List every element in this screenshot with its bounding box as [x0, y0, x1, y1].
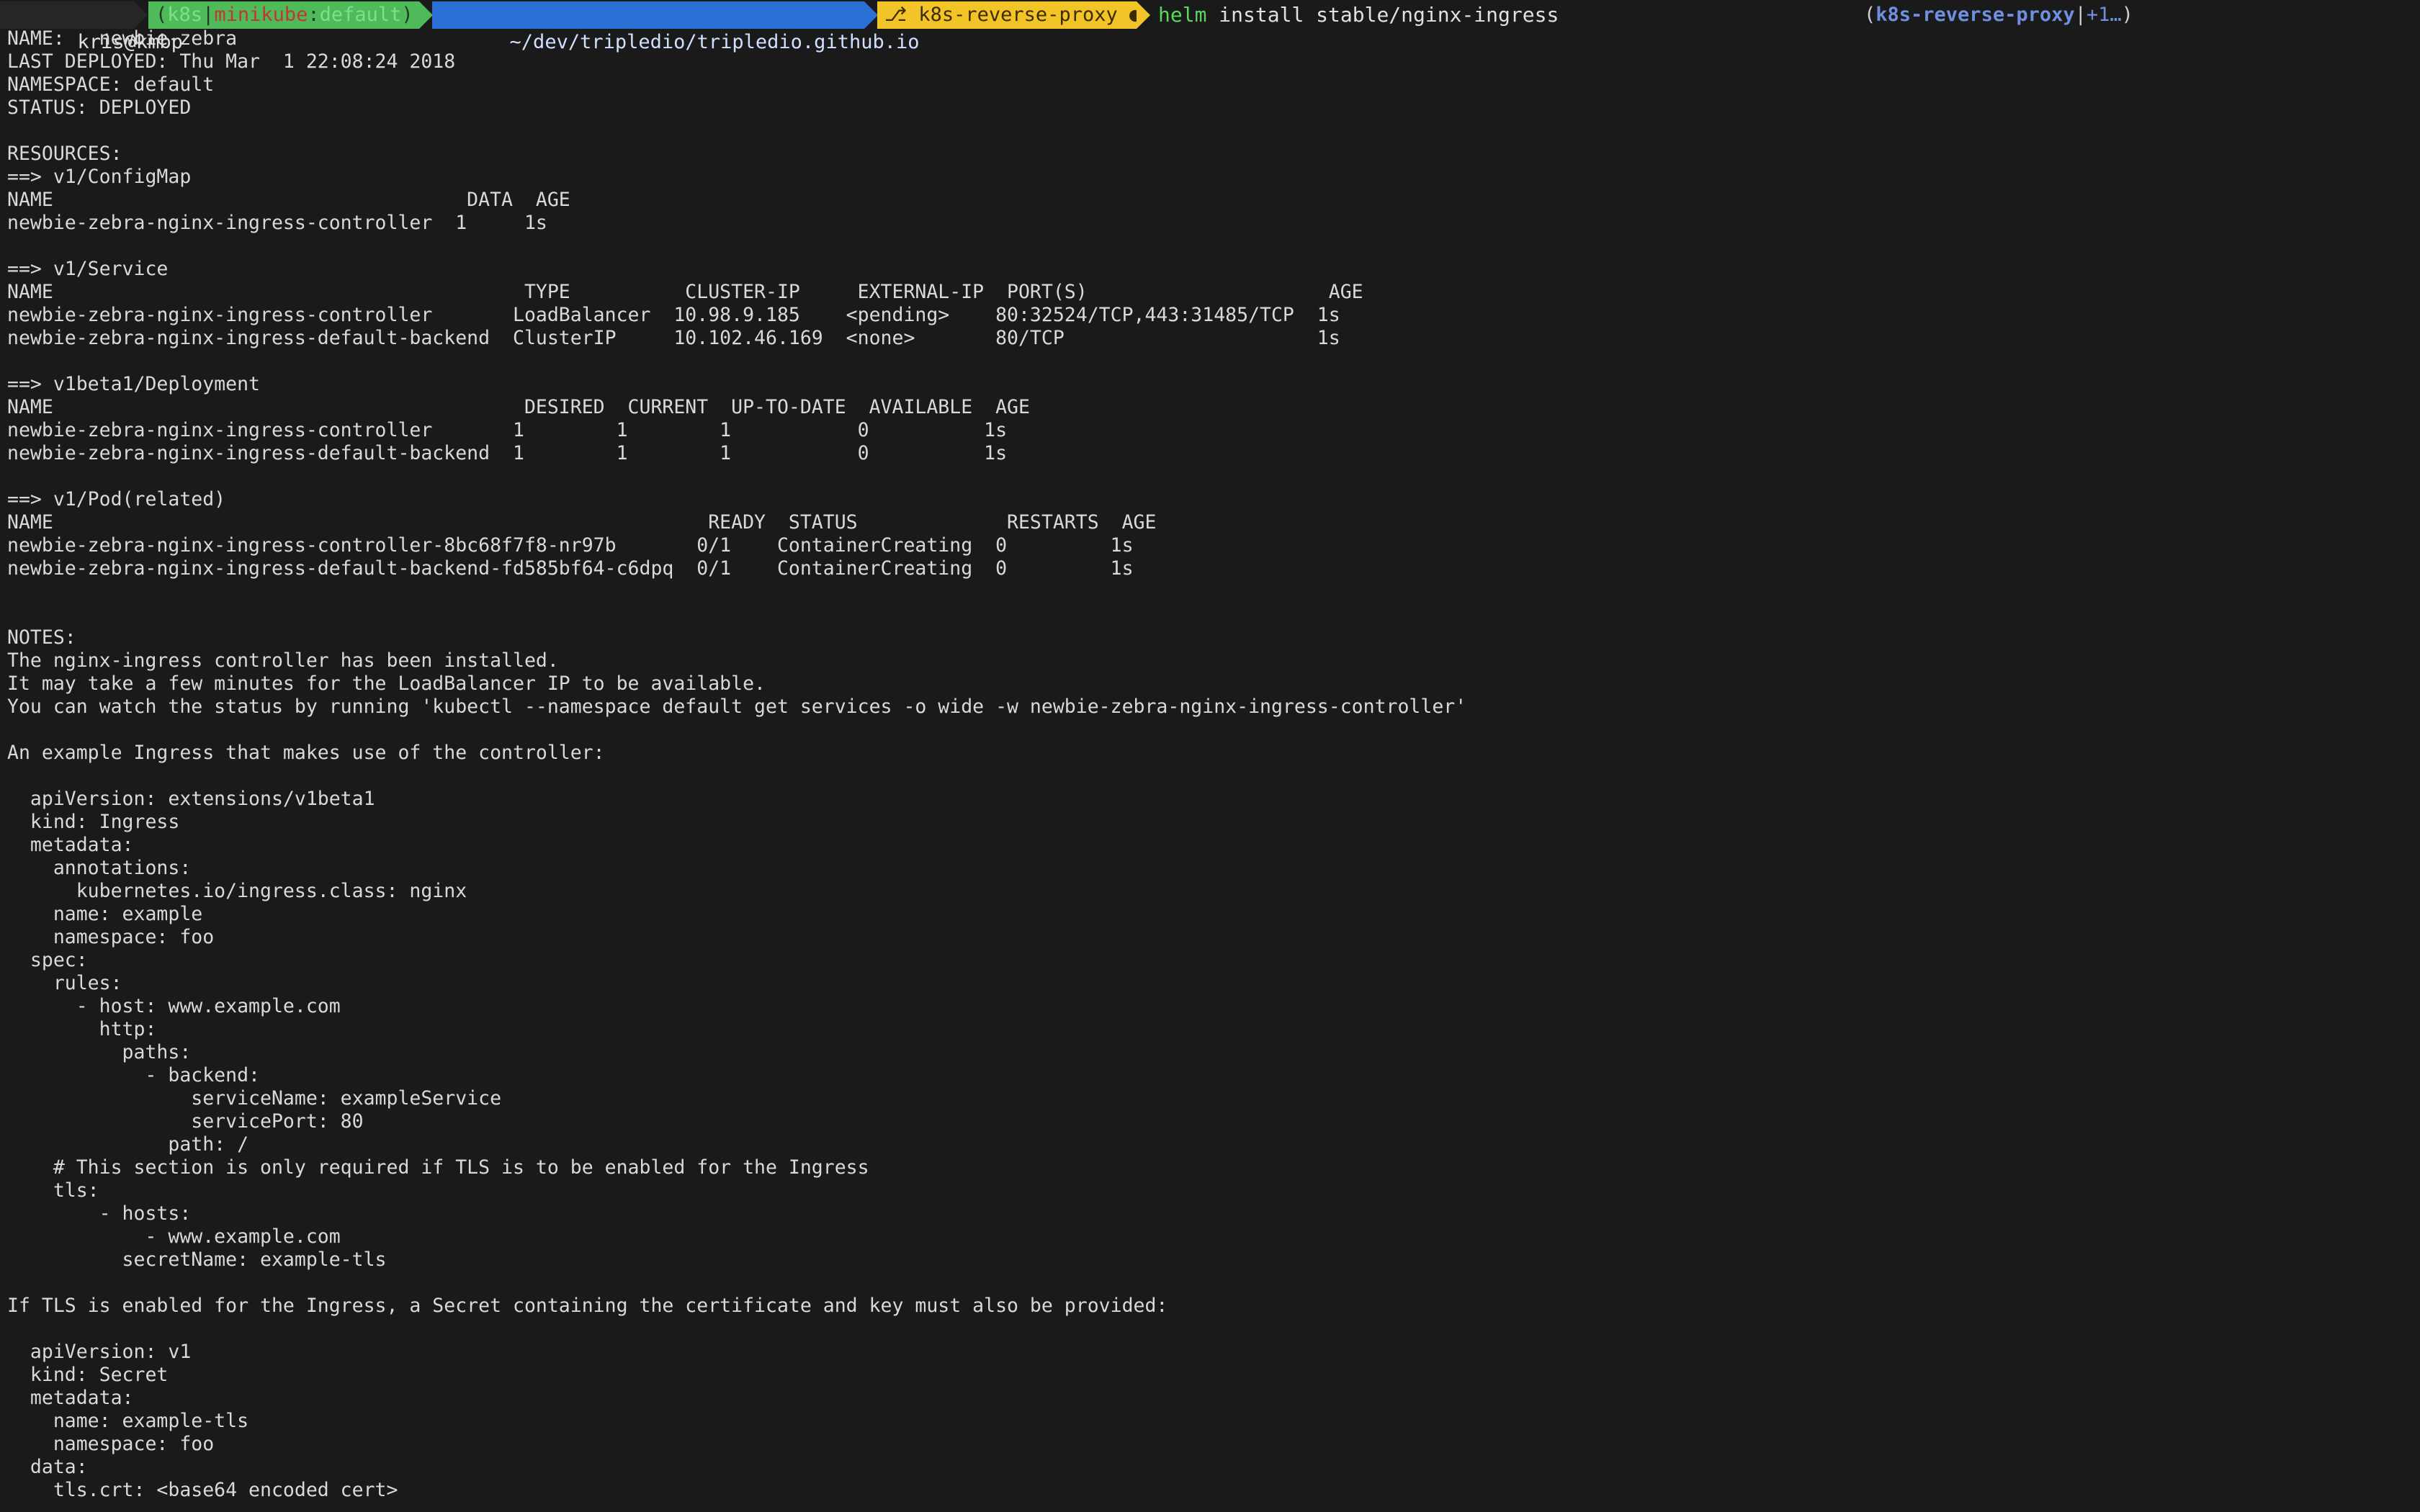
output-line: STATUS: DEPLOYED — [7, 96, 192, 119]
output-line: newbie-zebra-nginx-ingress-controller-8b… — [7, 534, 1134, 557]
output-line: NAME READY STATUS RESTARTS AGE — [7, 511, 1157, 534]
command-args: install stable/nginx-ingress — [1206, 3, 1559, 27]
output-line: servicePort: 80 — [7, 1110, 364, 1133]
output-line: tls.crt: <base64 encoded cert> — [7, 1479, 398, 1501]
k8s-namespace: default — [319, 4, 402, 26]
output-line: - www.example.com — [7, 1225, 341, 1248]
k8s-cluster: minikube — [214, 4, 308, 26]
right-prompt: (k8s-reverse-proxy|+1…) — [1864, 4, 2133, 26]
output-line: NAMESPACE: default — [7, 73, 215, 96]
prompt-git: ⎇ k8s-reverse-proxy ● — [877, 1, 1150, 29]
output-line: You can watch the status by running 'kub… — [7, 696, 1467, 718]
output-line: kubernetes.io/ingress.class: nginx — [7, 880, 467, 902]
output-line: namespace: foo — [7, 1433, 215, 1455]
output-line: newbie-zebra-nginx-ingress-default-backe… — [7, 557, 1134, 580]
output-line: The nginx-ingress controller has been in… — [7, 649, 559, 672]
output-line: newbie-zebra-nginx-ingress-controller Lo… — [7, 304, 1340, 326]
prompt-user-host: kris@kmbp — [0, 1, 183, 53]
right-prompt-branch: k8s-reverse-proxy — [1876, 4, 2075, 26]
output-line: annotations: — [7, 857, 192, 879]
prompt-path: ~/dev/tripledio/tripledio.github.io — [432, 1, 920, 53]
output-line: newbie-zebra-nginx-ingress-controller 1 … — [7, 212, 547, 234]
output-line: http: — [7, 1018, 157, 1040]
output-line: metadata: — [7, 1387, 134, 1409]
output-line: ==> v1/Pod(related) — [7, 488, 226, 510]
output-line: - hosts: — [7, 1202, 192, 1225]
output-line: secretName: example-tls — [7, 1248, 387, 1271]
output-line: NAME TYPE CLUSTER-IP EXTERNAL-IP PORT(S)… — [7, 281, 1363, 303]
terminal-output: NAME: newbie-zebra LAST DEPLOYED: Thu Mar… — [7, 27, 2398, 1502]
prompt-k8s-context: (k8s|minikube:default) — [148, 1, 433, 29]
output-line: rules: — [7, 972, 122, 994]
git-branch-icon: ⎇ — [884, 4, 919, 26]
prompt-bar: kris@kmbp (k8s|minikube:default) ~/dev/t… — [0, 0, 2420, 53]
output-line: RESOURCES: — [7, 143, 122, 165]
output-line: ==> v1beta1/Deployment — [7, 373, 260, 395]
output-line: An example Ingress that makes use of the… — [7, 742, 605, 764]
output-line: It may take a few minutes for the LoadBa… — [7, 672, 766, 695]
output-line: NAME DATA AGE — [7, 189, 570, 211]
output-line: namespace: foo — [7, 926, 215, 948]
output-line: metadata: — [7, 834, 134, 856]
output-line: newbie-zebra-nginx-ingress-default-backe… — [7, 327, 1340, 349]
output-line: spec: — [7, 949, 88, 971]
command-line[interactable]: helm install stable/nginx-ingress — [1158, 0, 1559, 30]
git-branch: k8s-reverse-proxy — [918, 4, 1118, 26]
output-line: serviceName: exampleService — [7, 1087, 502, 1110]
output-line: - backend: — [7, 1064, 260, 1086]
right-prompt-ahead: +1… — [2086, 4, 2122, 26]
output-line: - host: www.example.com — [7, 995, 341, 1017]
output-line: NOTES: — [7, 626, 76, 649]
git-dirty-icon: ● — [1129, 4, 1142, 26]
output-line: name: example — [7, 903, 203, 925]
output-line: kind: Secret — [7, 1364, 169, 1386]
output-line: newbie-zebra-nginx-ingress-controller 1 … — [7, 419, 1008, 441]
output-line: newbie-zebra-nginx-ingress-default-backe… — [7, 442, 1008, 464]
output-line: apiVersion: v1 — [7, 1341, 192, 1363]
output-line: ==> v1/ConfigMap — [7, 166, 192, 188]
output-line: LAST DEPLOYED: Thu Mar 1 22:08:24 2018 — [7, 50, 456, 73]
output-line: data: — [7, 1456, 88, 1478]
command-name: helm — [1158, 3, 1207, 27]
output-line: # This section is only required if TLS i… — [7, 1156, 869, 1179]
output-line: NAME: newbie-zebra — [7, 27, 238, 50]
output-line: apiVersion: extensions/v1beta1 — [7, 788, 375, 810]
output-line: name: example-tls — [7, 1410, 249, 1432]
output-line: paths: — [7, 1041, 192, 1063]
terminal-window[interactable]: kris@kmbp (k8s|minikube:default) ~/dev/t… — [0, 0, 2420, 1512]
output-line: kind: Ingress — [7, 811, 180, 833]
k8s-label: k8s — [167, 4, 203, 26]
output-line: NAME DESIRED CURRENT UP-TO-DATE AVAILABL… — [7, 396, 1030, 418]
output-line: path: / — [7, 1133, 249, 1156]
output-line: ==> v1/Service — [7, 258, 169, 280]
output-line: If TLS is enabled for the Ingress, a Sec… — [7, 1295, 1168, 1317]
output-line: tls: — [7, 1179, 99, 1202]
